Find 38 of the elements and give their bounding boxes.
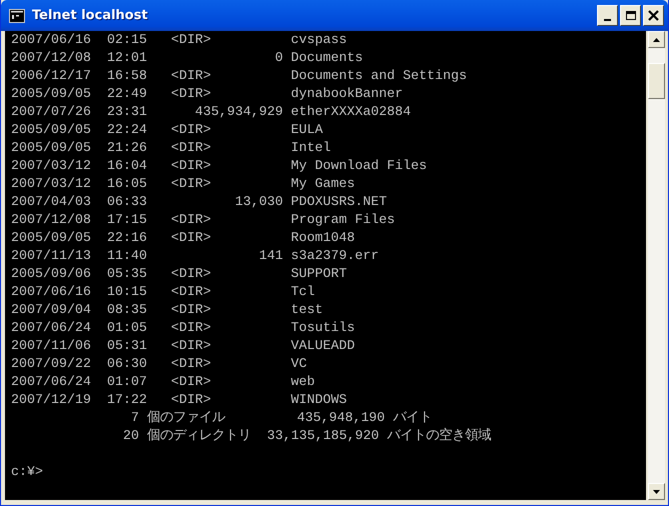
- console-line: 2007/09/04 08:35 <DIR> test: [11, 302, 324, 320]
- minimize-button[interactable]: [597, 5, 618, 26]
- console-line: 2007/12/08 12:01 0 Documents: [11, 50, 364, 68]
- console-icon: [9, 8, 25, 22]
- console-line: 2006/12/17 16:58 <DIR> Documents and Settings: [11, 68, 468, 86]
- close-button[interactable]: [643, 5, 664, 26]
- scroll-thumb[interactable]: [648, 63, 665, 99]
- console-line: 2007/11/06 05:31 <DIR> VALUEADD: [11, 338, 356, 356]
- console-line: 2007/06/24 01:05 <DIR> Tosutils: [11, 320, 356, 338]
- console-line: 2007/06/16 02:15 <DIR> cvspass: [11, 32, 348, 50]
- scrollbar[interactable]: [648, 31, 665, 500]
- console-line: 2007/03/12 16:05 <DIR> My Games: [11, 176, 356, 194]
- console-line: 2005/09/05 22:49 <DIR> dynabookBanner: [11, 86, 404, 104]
- console-line: 2007/03/12 16:04 <DIR> My Download Files: [11, 158, 428, 176]
- maximize-button[interactable]: [620, 5, 641, 26]
- window-title: Telnet localhost: [32, 8, 149, 23]
- console-line: 2007/09/22 06:30 <DIR> VC: [11, 356, 308, 374]
- down-triangle-icon: [653, 490, 660, 494]
- minimize-icon: [604, 19, 611, 21]
- console-line: 2005/09/05 22:24 <DIR> EULA: [11, 122, 324, 140]
- console-line: 20 個のディレクトリ 33,135,185,920 バイトの空き領域: [122, 428, 492, 446]
- console-line: 2007/06/24 01:07 <DIR> web: [11, 374, 316, 392]
- console-line: 7 個のファイル 435,948,190 バイト: [130, 410, 433, 428]
- console-line: 2007/12/19 17:22 <DIR> WINDOWS: [11, 392, 348, 410]
- close-icon: [648, 10, 659, 21]
- console-line: 2005/09/06 05:35 <DIR> SUPPORT: [11, 266, 348, 284]
- console-line: 2007/11/13 11:40 141 s3a2379.err: [11, 248, 380, 266]
- maximize-icon: [626, 11, 636, 20]
- console-line: 2007/04/03 06:33 13,030 PDOXUSRS.NET: [11, 194, 388, 212]
- console-line: 2007/07/26 23:31 435,934,929 etherXXXXa02884: [11, 104, 412, 122]
- console-line: 2005/09/05 21:26 <DIR> Intel: [11, 140, 332, 158]
- console-line: 2005/09/05 22:16 <DIR> Room1048: [11, 230, 356, 248]
- scroll-up-button[interactable]: [648, 31, 665, 48]
- console-line: 2007/12/08 17:15 <DIR> Program Files: [11, 212, 396, 230]
- command-prompt: c:¥>: [11, 464, 44, 482]
- console-line: 2007/06/16 10:15 <DIR> Tcl: [11, 284, 316, 302]
- up-triangle-icon: [653, 38, 660, 42]
- scroll-down-button[interactable]: [648, 483, 665, 500]
